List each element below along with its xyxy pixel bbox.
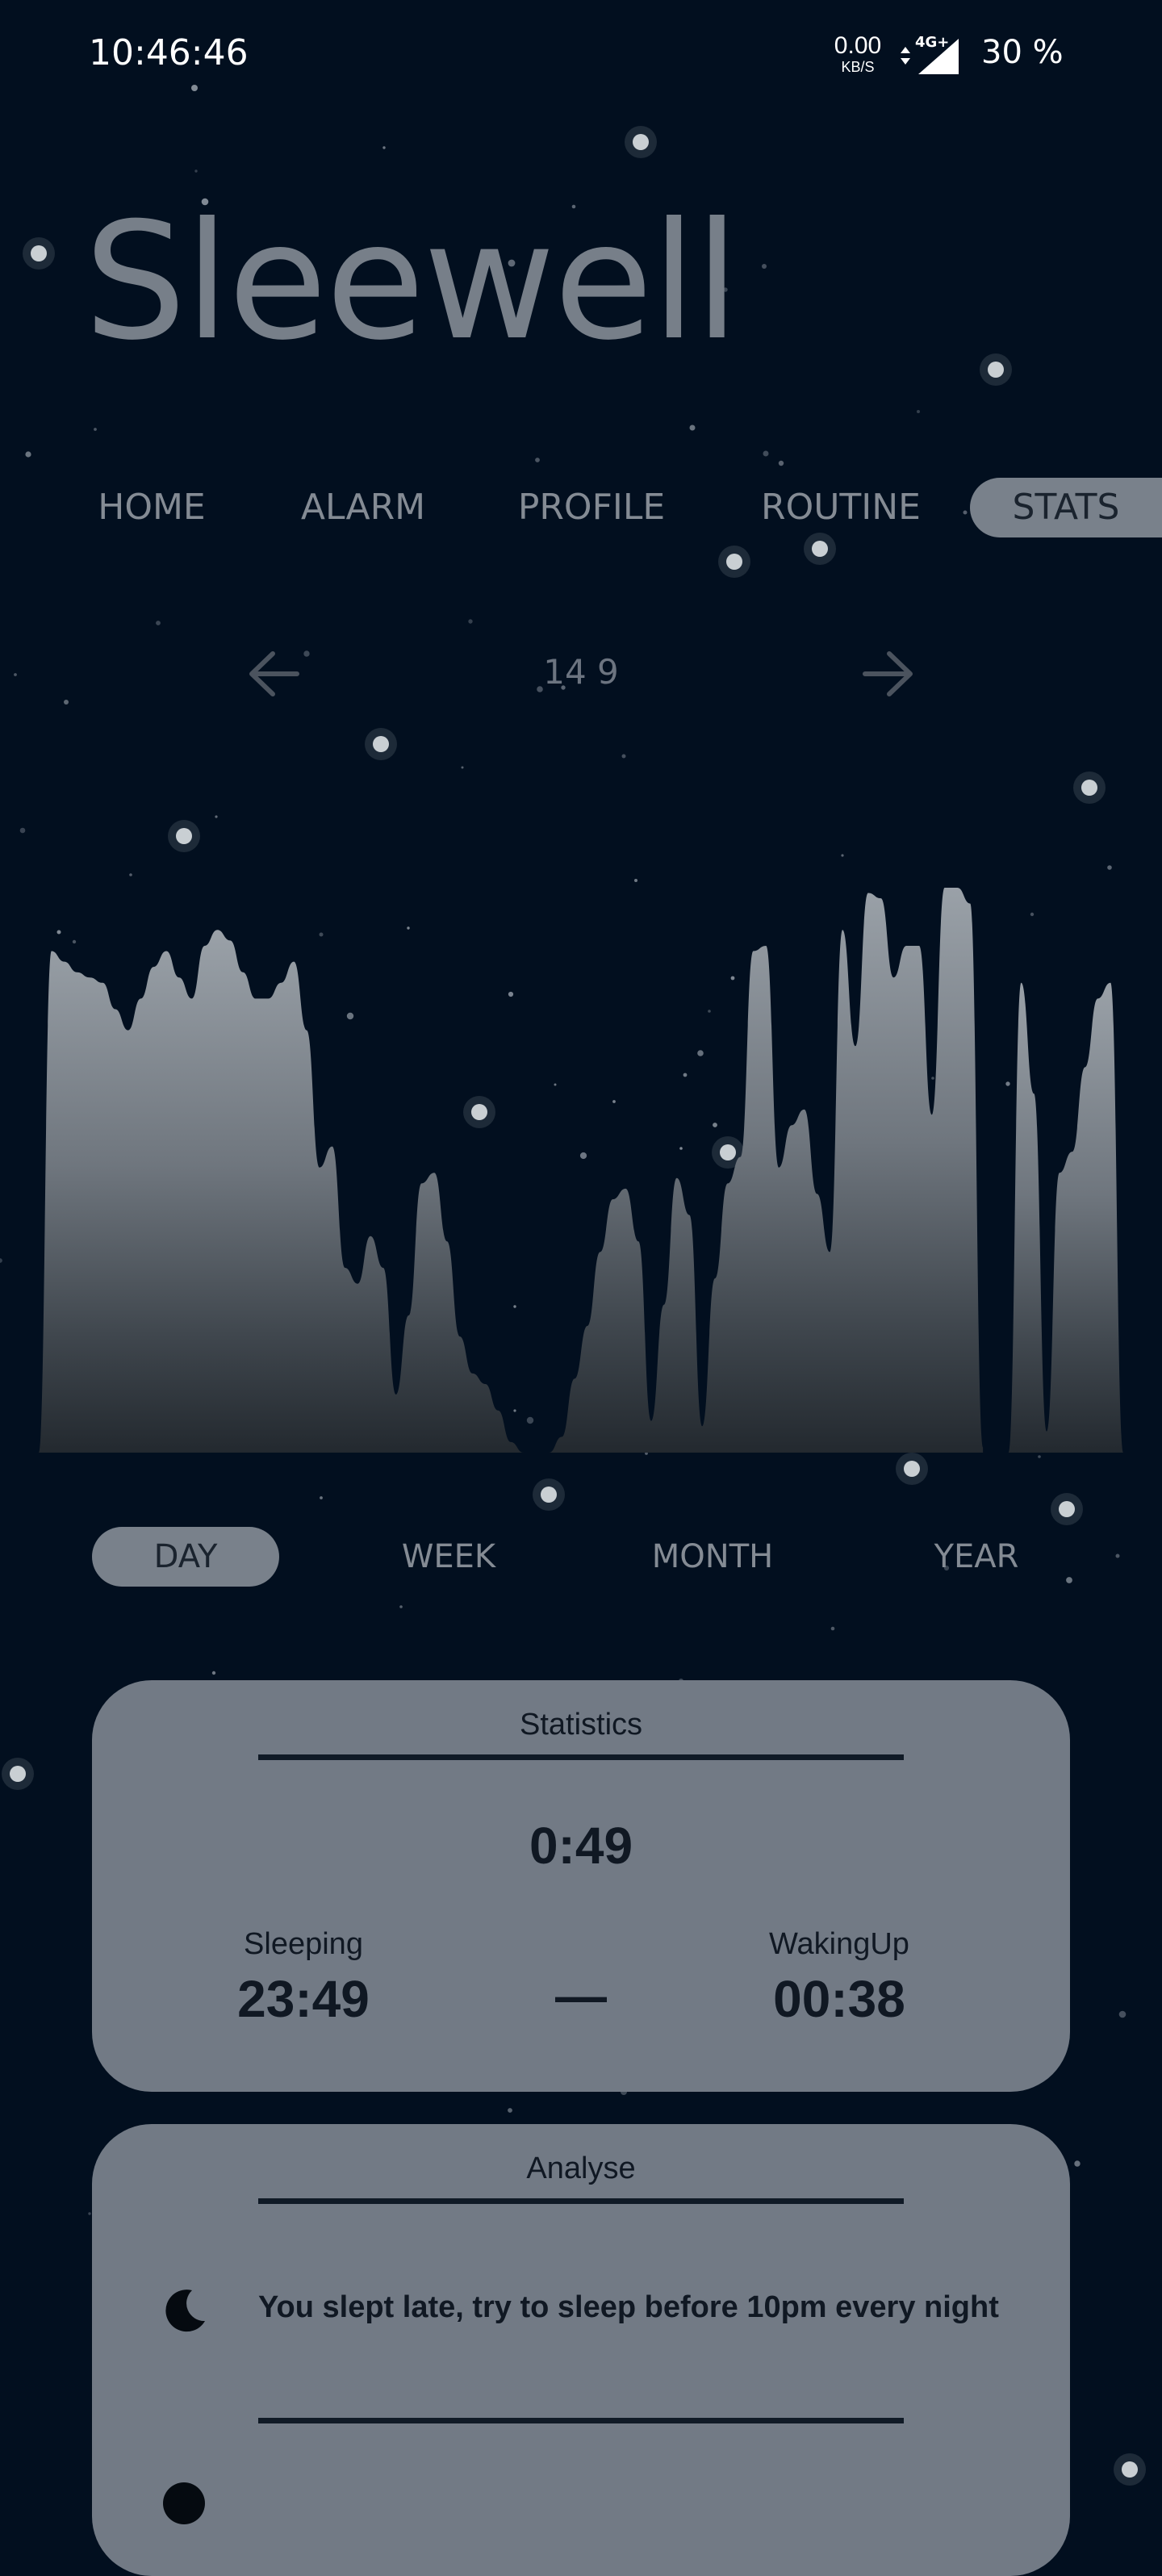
tab-profile[interactable]: PROFILE [505,478,678,537]
network-speed: 0.00 KB/S [830,32,886,75]
waking-time: 00:38 [773,1970,905,2028]
sleep-chart [39,888,1123,1453]
sleep-duration: 0:49 [529,1817,633,1875]
next-item-icon [163,2482,205,2524]
app-title: Sleewell [84,188,739,376]
tab-home[interactable]: HOME [81,478,223,537]
period-week[interactable]: WEEK [368,1527,529,1587]
analyse-item-divider [258,2418,904,2423]
sleeping-label: Sleeping [244,1927,363,1961]
status-time: 10:46:46 [89,32,249,73]
chart-area-segment-1 [39,930,524,1453]
date-label: 14 9 [543,652,619,692]
network-speed-value: 0.00 [834,32,882,59]
statistics-divider [258,1754,904,1760]
analyse-divider [258,2198,904,2204]
period-month[interactable]: MONTH [628,1527,797,1587]
network-speed-unit: KB/S [841,59,875,75]
statistics-title: Statistics [519,1708,643,1742]
arrow-right-icon[interactable] [860,646,917,702]
chart-area-segment-2 [549,888,984,1453]
sleeping-time: 23:49 [237,1970,370,2028]
arrow-left-icon[interactable] [245,646,302,702]
analyse-card: Analyse You slept late, try to sleep bef… [92,2124,1070,2576]
moon-icon [165,2290,205,2332]
statistics-card: Statistics 0:49 Sleeping 23:49 — WakingU… [92,1680,1070,2092]
chart-area-segment-3 [1008,982,1123,1453]
period-year[interactable]: YEAR [896,1527,1057,1587]
analyse-title: Analyse [526,2152,636,2185]
waking-label: WakingUp [769,1927,909,1961]
tab-stats[interactable]: STATS [970,478,1162,537]
analyse-advice-text: You slept late, try to sleep before 10pm… [258,2290,999,2324]
tab-routine[interactable]: ROUTINE [744,478,938,537]
network-type: 4G+ [915,34,949,51]
period-day[interactable]: DAY [92,1527,279,1587]
time-separator: — [555,1967,607,2025]
battery-level: 30 % [981,34,1064,71]
signal-4g-icon: 4G+ [901,34,959,74]
tab-alarm[interactable]: ALARM [284,478,442,537]
